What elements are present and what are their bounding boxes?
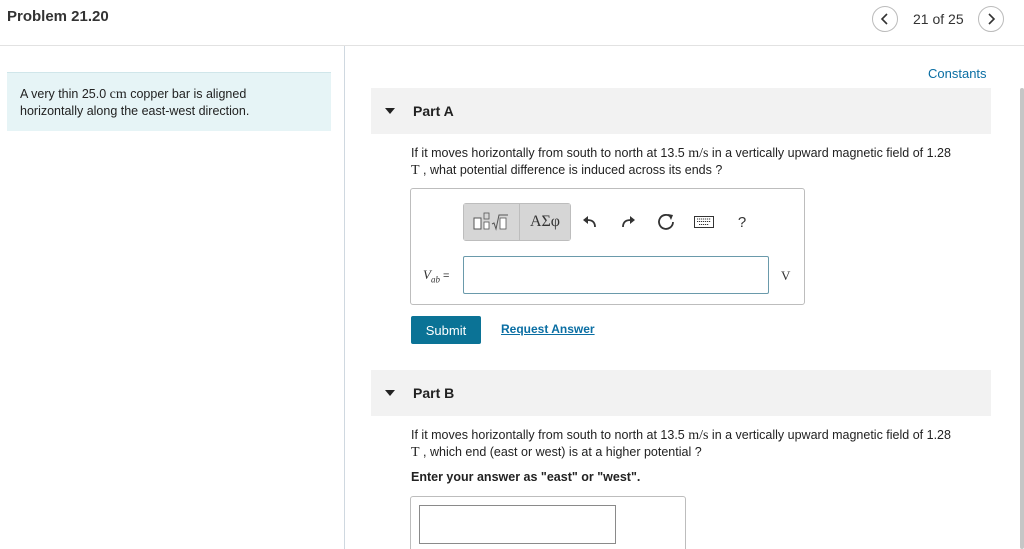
problem-title: Problem 21.20 (7, 8, 109, 25)
part-b-answer-input[interactable] (419, 505, 616, 544)
chevron-left-icon (880, 13, 888, 25)
chevron-right-icon (988, 13, 996, 25)
part-a-header[interactable]: Part A (371, 88, 991, 134)
templates-icon (473, 212, 508, 231)
help-button[interactable]: ? (723, 203, 761, 241)
scrollbar[interactable] (1020, 88, 1024, 549)
part-b-instruction: Enter your answer as "east" or "west". (411, 470, 641, 484)
math-toolbar: ΑΣφ ? (463, 203, 761, 241)
request-answer-link[interactable]: Request Answer (501, 322, 595, 336)
next-problem-button[interactable] (978, 6, 1004, 32)
part-b-answer-box (410, 496, 686, 549)
part-a-answer-box: ΑΣφ ? Vab = V (410, 188, 805, 305)
problem-counter: 21 of 25 (913, 11, 964, 27)
part-b-question: If it moves horizontally from south to n… (411, 427, 991, 461)
intro-line-2: horizontally along the east-west directi… (20, 104, 250, 118)
part-b-question-line-1: If it moves horizontally from south to n… (411, 428, 951, 443)
problem-intro: A very thin 25.0 cm copper bar is aligne… (7, 72, 331, 131)
part-a-question-line-2: T , what potential difference is induced… (411, 163, 723, 178)
undo-button[interactable] (571, 203, 609, 241)
top-bar: Problem 21.20 21 of 25 (0, 0, 1024, 46)
constants-link[interactable]: Constants (928, 66, 987, 81)
greek-symbols-button[interactable]: ΑΣφ (520, 204, 570, 240)
redo-icon (622, 216, 635, 228)
caret-down-icon (385, 108, 395, 114)
submit-button[interactable]: Submit (411, 316, 481, 344)
variable-label: Vab = (423, 267, 450, 285)
redo-button[interactable] (609, 203, 647, 241)
answer-input[interactable] (463, 256, 769, 294)
caret-down-icon (385, 390, 395, 396)
intro-line-1: A very thin 25.0 cm copper bar is aligne… (20, 87, 247, 102)
part-b-header[interactable]: Part B (371, 370, 991, 416)
column-divider (344, 46, 345, 549)
part-a-label: Part A (413, 103, 454, 119)
part-a-question: If it moves horizontally from south to n… (411, 145, 991, 179)
unit-label: V (781, 268, 791, 283)
part-b-label: Part B (413, 385, 455, 401)
templates-button[interactable] (464, 204, 520, 240)
undo-icon (583, 216, 596, 228)
reset-button[interactable] (647, 203, 685, 241)
keyboard-icon (694, 216, 714, 228)
keyboard-button[interactable] (685, 203, 723, 241)
previous-problem-button[interactable] (872, 6, 898, 32)
toolbar-button-group: ΑΣφ (463, 203, 571, 241)
part-a-question-line-1: If it moves horizontally from south to n… (411, 146, 951, 161)
part-b-question-line-2: T , which end (east or west) is at a hig… (411, 445, 702, 460)
reset-icon (658, 214, 674, 230)
